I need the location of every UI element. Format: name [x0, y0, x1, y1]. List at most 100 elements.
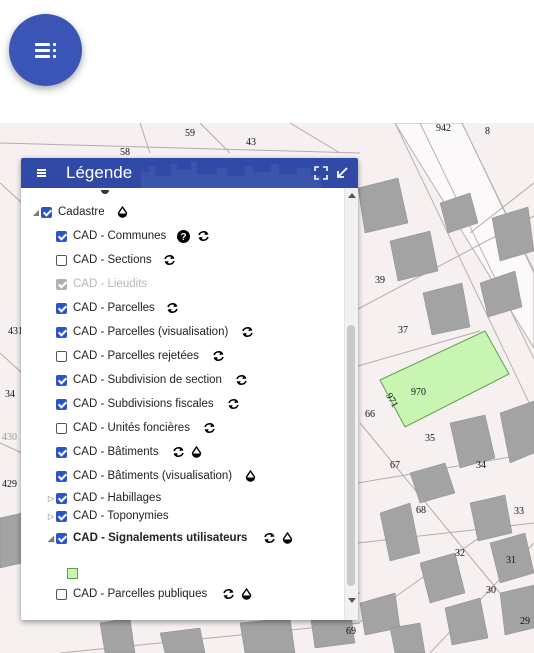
refresh-icon[interactable] — [172, 446, 185, 458]
legend-tree: ◢ Cadastre CAD - Communes ? CAD - Sectio… — [21, 188, 345, 620]
legend-item-label: CAD - Sections — [73, 254, 152, 266]
legend-scrollbar[interactable] — [344, 188, 358, 620]
map-label: 58 — [120, 147, 130, 158]
legend-item-label: CAD - Unités foncières — [73, 422, 190, 434]
map-label: 34 — [5, 389, 15, 400]
refresh-icon[interactable] — [163, 254, 176, 266]
legend-item-label: CAD - Parcelles — [73, 302, 155, 314]
layer-checkbox[interactable] — [56, 510, 67, 522]
layer-checkbox[interactable] — [56, 398, 67, 410]
scroll-thumb[interactable] — [347, 325, 355, 586]
scroll-up-arrow-icon[interactable] — [348, 193, 356, 198]
legend-panel: Légende ◢ Cadastre CAD - Communes ? CAD … — [21, 158, 358, 620]
map-label: 34 — [476, 460, 486, 471]
panel-header: Légende — [21, 158, 358, 188]
layer-checkbox[interactable] — [56, 532, 67, 544]
layer-checkbox[interactable] — [56, 470, 67, 482]
legend-item-label: CAD - Parcelles publiques — [73, 588, 208, 600]
legend-item-label: CAD - Subdivisions fiscales — [73, 398, 214, 410]
layer-checkbox[interactable] — [56, 374, 67, 386]
legend-item-batiments-visualisation[interactable]: CAD - Bâtiments (visualisation) — [56, 466, 256, 486]
refresh-icon[interactable] — [235, 374, 248, 386]
collapse-arrow-icon[interactable] — [335, 166, 349, 180]
layer-checkbox[interactable] — [56, 302, 67, 314]
collapse-triangle-icon[interactable]: ◢ — [31, 208, 41, 217]
map-label: 970 — [411, 387, 426, 398]
map-label: 69 — [346, 626, 356, 637]
legend-item-label: CAD - Parcelles (visualisation) — [73, 326, 229, 338]
legend-item-label: CAD - Signalements utilisateurs — [73, 532, 248, 544]
opacity-drop-icon[interactable] — [117, 206, 128, 218]
map-label: 33 — [514, 506, 524, 517]
map-label: 37 — [398, 325, 408, 336]
legend-item-lieudits: CAD - Lieudits — [56, 274, 147, 294]
legend-item-signalements-utilisateurs[interactable]: ◢ CAD - Signalements utilisateurs — [46, 528, 293, 548]
legend-item-batiments[interactable]: CAD - Bâtiments — [56, 442, 202, 462]
legend-item-subdivision-section[interactable]: CAD - Subdivision de section — [56, 370, 248, 390]
legend-item-parcelles-visualisation[interactable]: CAD - Parcelles (visualisation) — [56, 322, 254, 342]
layer-checkbox[interactable] — [56, 230, 67, 242]
layer-checkbox[interactable] — [56, 422, 67, 434]
legend-item-unites-foncieres[interactable]: CAD - Unités foncières — [56, 418, 216, 438]
layer-checkbox[interactable] — [41, 206, 52, 218]
opacity-drop-icon[interactable] — [191, 446, 202, 458]
legend-item-cadastre[interactable]: ◢ Cadastre — [31, 202, 128, 222]
legend-item-label: CAD - Habillages — [73, 492, 162, 504]
refresh-icon[interactable] — [166, 302, 179, 314]
legend-item-subdivisions-fiscales[interactable]: CAD - Subdivisions fiscales — [56, 394, 240, 414]
legend-item-sections[interactable]: CAD - Sections — [56, 250, 176, 270]
legend-menu-icon[interactable] — [37, 167, 49, 179]
fullscreen-icon[interactable] — [314, 166, 328, 180]
layer-checkbox[interactable] — [56, 446, 67, 458]
tree-connector — [101, 190, 109, 194]
map-label: 35 — [425, 433, 435, 444]
layer-checkbox[interactable] — [56, 350, 67, 362]
map-label: 29 — [520, 616, 530, 627]
legend-item-label: CAD - Bâtiments (visualisation) — [73, 470, 233, 482]
svg-text:?: ? — [181, 232, 187, 243]
opacity-drop-icon[interactable] — [241, 588, 252, 600]
legend-symbol-swatch — [67, 568, 78, 579]
help-icon[interactable]: ? — [177, 229, 191, 243]
refresh-icon[interactable] — [203, 422, 216, 434]
legend-item-label: CAD - Bâtiments — [73, 446, 159, 458]
layer-checkbox[interactable] — [56, 254, 67, 266]
refresh-icon[interactable] — [241, 326, 254, 338]
opacity-drop-icon[interactable] — [282, 532, 293, 544]
map-label: 32 — [455, 548, 465, 559]
refresh-icon[interactable] — [197, 230, 210, 242]
layer-checkbox — [56, 278, 67, 290]
map-label: 430 — [2, 432, 17, 443]
legend-item-toponymies[interactable]: ▷ CAD - Toponymies — [46, 506, 169, 526]
collapse-triangle-icon[interactable]: ◢ — [46, 534, 56, 543]
refresh-icon[interactable] — [227, 398, 240, 410]
legend-item-parcelles-rejetees[interactable]: CAD - Parcelles rejetées — [56, 346, 225, 366]
legend-item-parcelles-publiques[interactable]: CAD - Parcelles publiques — [56, 584, 252, 604]
layer-checkbox[interactable] — [56, 326, 67, 338]
layer-checkbox[interactable] — [56, 492, 67, 504]
map-label: 59 — [185, 128, 195, 139]
map-label: 8 — [485, 126, 490, 137]
panel-title: Légende — [66, 163, 133, 182]
map-label: 30 — [486, 585, 496, 596]
map-label: 31 — [506, 555, 516, 566]
layer-checkbox[interactable] — [56, 588, 67, 600]
opacity-drop-icon[interactable] — [245, 470, 256, 482]
map-label: 67 — [390, 460, 400, 471]
expand-triangle-icon[interactable]: ▷ — [46, 494, 56, 503]
expand-triangle-icon[interactable]: ▷ — [46, 512, 56, 521]
map-label: 942 — [436, 123, 451, 134]
scroll-down-arrow-icon[interactable] — [348, 598, 356, 603]
refresh-icon[interactable] — [212, 350, 225, 362]
legend-item-habillages[interactable]: ▷ CAD - Habillages — [46, 488, 161, 508]
legend-item-label: CAD - Toponymies — [73, 510, 169, 522]
legend-item-label: CAD - Parcelles rejetées — [73, 350, 199, 362]
refresh-icon[interactable] — [222, 588, 235, 600]
legend-item-communes[interactable]: CAD - Communes ? — [56, 226, 210, 246]
legend-item-label: CAD - Communes — [73, 230, 167, 242]
map-label: 68 — [416, 505, 426, 516]
legend-toggle-button[interactable] — [9, 14, 82, 86]
legend-item-parcelles[interactable]: CAD - Parcelles — [56, 298, 179, 318]
refresh-icon[interactable] — [263, 532, 276, 544]
map-label: 429 — [2, 479, 17, 490]
